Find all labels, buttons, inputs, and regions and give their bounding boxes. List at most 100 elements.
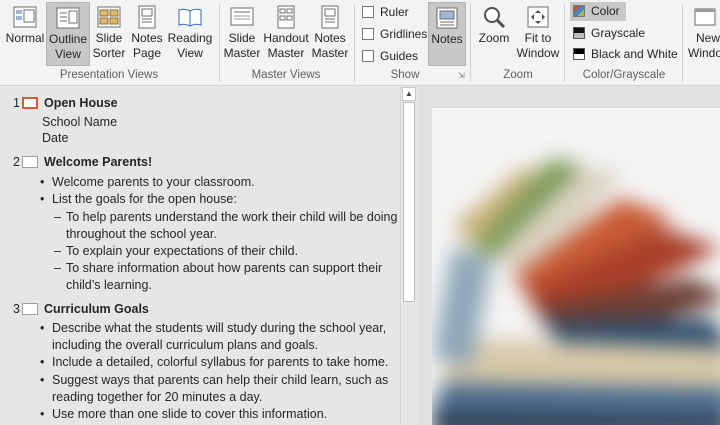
outline-pane[interactable]: 1 Open House School Name Date 2 Welcome Pa…: [0, 86, 418, 425]
gridlines-checkbox-box: [362, 28, 374, 40]
gridlines-checkbox[interactable]: Gridlines: [362, 26, 427, 44]
outline-scrollbar[interactable]: ▲: [400, 86, 417, 425]
handout-master-button[interactable]: Handout Master: [262, 2, 310, 66]
slide-thumbnail-icon[interactable]: [22, 97, 38, 109]
sub-bullet-text: To share information about how parents c…: [66, 261, 383, 292]
group-divider: [682, 4, 683, 82]
fit-to-window-button[interactable]: Fit to Window: [514, 2, 562, 66]
new-window-button[interactable]: New Window: [686, 2, 720, 66]
slide-sorter-icon: [97, 6, 121, 28]
slide-sorter-button[interactable]: Slide Sorter: [90, 2, 128, 66]
zoom-label: Zoom: [478, 31, 510, 45]
outline-view-label-1: Outline: [48, 32, 88, 46]
slide-sorter-label-1: Slide: [95, 31, 123, 45]
magnifier-icon: [484, 7, 506, 29]
slide-number: 1: [13, 96, 20, 110]
gridlines-label: Gridlines: [380, 27, 428, 41]
bullet-text: List the goals for the open house:: [52, 192, 237, 206]
reading-view-button[interactable]: Reading View: [166, 2, 214, 66]
slide-master-button[interactable]: Slide Master: [222, 2, 262, 66]
bullet-text: Use more than one slide to cover this in…: [52, 407, 328, 421]
slide-number: 2: [13, 155, 20, 169]
notes-page-button[interactable]: Notes Page: [128, 2, 166, 66]
zoom-group-label: Zoom: [503, 69, 533, 81]
bullet-item[interactable]: Welcome parents to your classroom.: [40, 174, 400, 191]
sub-bullet-item[interactable]: To share information about how parents c…: [54, 260, 400, 294]
slide-title[interactable]: Open House: [44, 96, 118, 110]
bullet-item[interactable]: Suggest ways that parents can help their…: [40, 372, 400, 406]
slide-sorter-label-2: Sorter: [92, 46, 126, 60]
new-window-label-1: New: [696, 31, 720, 45]
guides-checkbox-box: [362, 50, 374, 62]
group-divider: [354, 4, 355, 82]
subtitle-line[interactable]: School Name: [42, 114, 117, 130]
handout-master-icon: [277, 5, 295, 29]
scrollbar-thumb[interactable]: [403, 102, 415, 302]
fit-to-window-icon: [527, 6, 549, 28]
bullet-item[interactable]: List the goals for the open house:: [40, 191, 400, 208]
group-divider: [219, 4, 220, 82]
ruler-label: Ruler: [380, 5, 409, 19]
slide-canvas[interactable]: [432, 108, 720, 425]
slide-thumbnail-icon[interactable]: [22, 156, 38, 168]
black-and-white-option[interactable]: Black and White: [570, 45, 684, 64]
sub-bullet-item[interactable]: To explain your expectations of their ch…: [54, 243, 400, 260]
notes-label: Notes: [431, 32, 463, 46]
outline-slide-2[interactable]: 2 Welcome Parents!: [10, 153, 152, 171]
outline-view-button[interactable]: Outline View: [46, 2, 90, 66]
slide-editing-area[interactable]: [418, 86, 720, 425]
grayscale-label: Grayscale: [591, 26, 646, 40]
bullet-text: Include a detailed, colorful syllabus fo…: [52, 355, 389, 369]
new-window-icon: [694, 8, 716, 26]
group-divider: [564, 4, 565, 82]
handout-master-label-2: Master: [267, 46, 305, 60]
bullet-text: Describe what the students will study du…: [52, 321, 387, 352]
view-ribbon: Normal Outline View Slide Sorter Notes P…: [0, 0, 720, 86]
slide-thumbnail-icon[interactable]: [22, 303, 38, 315]
subtitle-line[interactable]: Date: [42, 130, 68, 146]
notes-master-label-1: Notes: [314, 31, 346, 45]
bullet-item[interactable]: Include a detailed, colorful syllabus fo…: [40, 354, 400, 371]
new-window-label-2: Window: [688, 46, 720, 60]
normal-view-button[interactable]: Normal: [4, 2, 46, 66]
sub-bullet-text: To help parents understand the work thei…: [66, 210, 398, 241]
notes-page-label-1: Notes: [131, 31, 163, 45]
master-views-group-label: Master Views: [251, 69, 321, 81]
fit-to-window-label-2: Window: [516, 46, 560, 60]
slide-master-icon: [230, 7, 254, 26]
color-grayscale-group-label: Color/Grayscale: [582, 69, 666, 81]
bullet-text: Suggest ways that parents can help their…: [52, 373, 389, 404]
slide-title[interactable]: Welcome Parents!: [44, 155, 152, 169]
notes-master-button[interactable]: Notes Master: [310, 2, 350, 66]
notes-page-icon: [138, 5, 156, 29]
bullet-item[interactable]: Describe what the students will study du…: [40, 320, 400, 354]
grayscale-option[interactable]: Grayscale: [570, 24, 651, 43]
notes-icon: [436, 7, 458, 29]
slide-number: 3: [13, 302, 20, 316]
guides-checkbox[interactable]: Guides: [362, 48, 418, 66]
notes-button[interactable]: Notes: [428, 2, 466, 66]
black-and-white-swatch-icon: [573, 48, 585, 60]
outline-slide-3[interactable]: 3 Curriculum Goals: [10, 300, 149, 318]
outline-view-label-2: View: [55, 47, 81, 61]
normal-view-icon: [13, 6, 37, 28]
presentation-views-group-label: Presentation Views: [59, 69, 159, 81]
slide-title[interactable]: Curriculum Goals: [44, 302, 149, 316]
slide-master-label-2: Master: [223, 46, 261, 60]
ruler-checkbox[interactable]: Ruler: [362, 4, 409, 22]
handout-master-label-1: Handout: [263, 31, 309, 45]
notes-page-label-2: Page: [132, 46, 162, 60]
scroll-up-arrow-icon[interactable]: ▲: [402, 87, 416, 101]
color-label: Color: [591, 4, 620, 18]
bullet-item[interactable]: Use more than one slide to cover this in…: [40, 406, 400, 423]
slide-master-label-1: Slide: [228, 31, 256, 45]
color-option[interactable]: Color: [570, 2, 626, 21]
stacked-books-image: [432, 108, 720, 425]
fit-to-window-label-1: Fit to: [524, 31, 552, 45]
bullet-text: Welcome parents to your classroom.: [52, 175, 255, 189]
outline-slide-1[interactable]: 1 Open House: [10, 94, 118, 112]
normal-view-label: Normal: [5, 31, 45, 45]
sub-bullet-item[interactable]: To help parents understand the work thei…: [54, 209, 400, 243]
show-dialog-launcher-icon[interactable]: ⇲: [458, 72, 466, 80]
zoom-button[interactable]: Zoom: [474, 2, 514, 66]
